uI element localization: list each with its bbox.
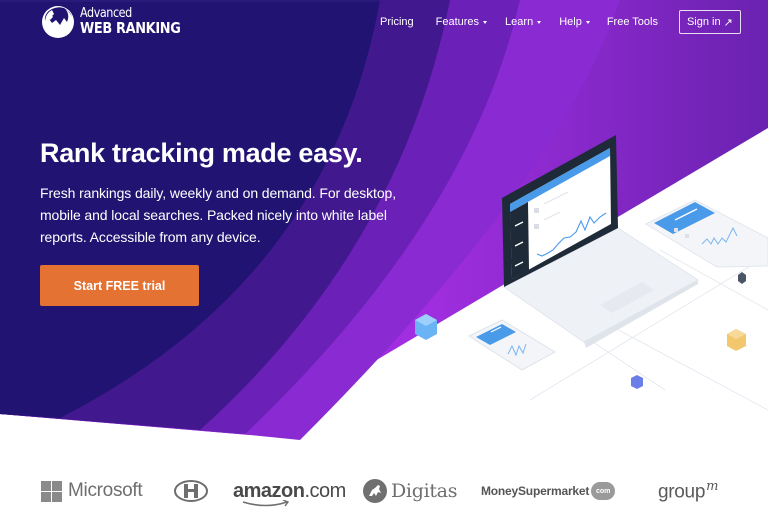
digitas-wordmark: Digitas	[391, 480, 458, 502]
hero-headline: Rank tracking made easy.	[40, 138, 363, 168]
groupm-main-text: group	[658, 481, 706, 503]
tablet-icon	[644, 199, 768, 268]
brand-logo[interactable]: Advanced WEB RANKING	[40, 3, 197, 39]
groupm-superscript: m	[706, 478, 719, 494]
logo-text-web-ranking: WEB RANKING	[80, 18, 181, 37]
indigo-cube-icon	[631, 375, 643, 389]
blue-cube-icon	[415, 314, 437, 340]
start-free-trial-button[interactable]: Start FREE trial	[40, 265, 199, 306]
nav-item-label: Help	[559, 16, 582, 28]
nav-item-label: Features	[435, 16, 480, 28]
amazon-logo: amazon.com	[233, 476, 346, 506]
devices-illustration	[415, 135, 768, 411]
nav-item-pricing[interactable]: Pricing	[380, 11, 414, 33]
client-logos: Microsoft amazon.com Digitas MoneySuperm…	[0, 470, 768, 509]
phone-icon	[467, 319, 557, 371]
amazon-smile-icon	[242, 499, 290, 506]
groupm-wordmark: groupm	[658, 479, 718, 503]
microsoft-windows-icon	[41, 480, 62, 502]
globe-logo-icon	[42, 6, 74, 38]
nav-item-free-tools[interactable]: Free Tools	[607, 11, 658, 33]
main-nav: Pricing Features Learn Help Free Tools S…	[380, 10, 741, 34]
microsoft-wordmark: Microsoft	[68, 480, 143, 501]
nav-item-label: Pricing	[380, 16, 414, 28]
groupm-logo: groupm	[658, 476, 718, 506]
amazon-suffix-text: .com	[304, 479, 346, 502]
arrow-up-right-icon: ↗	[723, 16, 733, 29]
digitas-logo: Digitas	[363, 476, 457, 506]
caret-down-icon	[585, 21, 590, 24]
digitas-horse-icon	[363, 479, 387, 503]
sign-in-button[interactable]: Sign in ↗	[678, 10, 741, 34]
moneysupermarket-com-badge: com	[591, 482, 616, 500]
nav-item-label: Free Tools	[606, 16, 658, 28]
nav-item-learn[interactable]: Learn	[505, 11, 542, 33]
amazon-main-text: amazon	[233, 479, 305, 502]
caret-down-icon	[537, 21, 542, 24]
nav-item-features[interactable]: Features	[435, 11, 488, 33]
orange-cube-icon	[727, 329, 746, 351]
hero-section: Advanced WEB RANKING Pricing Features Le…	[0, 0, 768, 509]
hilton-emblem-icon	[174, 480, 208, 502]
caret-down-icon	[483, 21, 488, 24]
hero-subtext: Fresh rankings daily, weekly and on dema…	[40, 185, 396, 245]
nav-item-label: Learn	[505, 16, 534, 28]
microsoft-logo: Microsoft	[41, 476, 143, 506]
dark-cube-icon	[738, 272, 746, 284]
sign-in-label: Sign in	[686, 16, 721, 28]
moneysupermarket-wordmark: MoneySupermarket	[481, 484, 590, 498]
nav-item-help[interactable]: Help	[559, 11, 590, 33]
moneysupermarket-logo: MoneySupermarket com	[481, 476, 616, 506]
hilton-logo	[173, 476, 209, 506]
top-navbar: Advanced WEB RANKING Pricing Features Le…	[0, 0, 768, 42]
amazon-wordmark: amazon.com	[233, 479, 346, 506]
